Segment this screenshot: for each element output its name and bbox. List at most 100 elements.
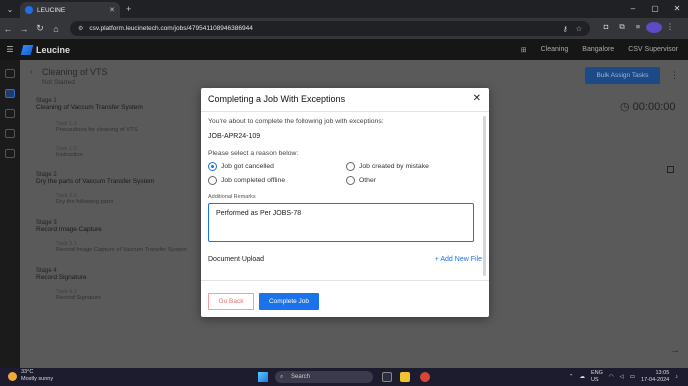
job-title: Cleaning of VTS	[42, 67, 108, 77]
task-item[interactable]: Task 1.1 Precautions for cleaning of VTS	[20, 121, 200, 133]
sidebar-jobs-icon[interactable]	[5, 89, 15, 98]
reason-job-created-by-mistake[interactable]: Job created by mistake	[346, 162, 482, 171]
back-arrow-icon[interactable]: ‹	[30, 67, 33, 76]
reason-other[interactable]: Other	[346, 176, 482, 185]
forward-arrow-icon[interactable]: →	[16, 24, 32, 34]
wifi-icon[interactable]: ◠	[609, 374, 614, 380]
close-icon[interactable]: ✕	[473, 93, 481, 104]
stage-item[interactable]: Stage 3 Record Image Capture	[20, 220, 200, 233]
radio-selected-icon[interactable]	[208, 162, 217, 171]
job-timer: ◷ 00:00:00	[620, 101, 676, 113]
leucine-logo: Leucine	[20, 44, 70, 55]
stage-item[interactable]: Stage 2 Dry the parts of Vaccum Transfer…	[20, 172, 200, 185]
site-info-icon[interactable]: ⚙	[78, 25, 83, 32]
browser-toolbar: ← → ↻ ⌂ ⚙ csv.platform.leucinetech.com/j…	[0, 18, 688, 39]
modal-header: Completing a Job With Exceptions ✕	[201, 88, 489, 112]
reason-job-got-cancelled[interactable]: Job got cancelled	[208, 162, 346, 171]
os-taskbar: 33°C Mostly sunny ⌕ Search ⌃ ☁ ENG US ◠ …	[0, 368, 688, 386]
go-back-button[interactable]: Go Back	[208, 293, 254, 310]
browser-tabbar: ⌄ LEUCINE ✕ + – ▢ ✕	[0, 0, 688, 18]
language-indicator[interactable]: ENG US	[591, 370, 603, 383]
browser-tab[interactable]: LEUCINE ✕	[20, 2, 120, 18]
tab-title: LEUCINE	[37, 6, 66, 14]
document-upload-label: Document Upload	[208, 256, 265, 263]
system-tray: ⌃ ☁ ENG US ◠ ◁ ▭ 13:05 17-04-2024 ♪	[569, 370, 678, 383]
taskbar-search[interactable]: ⌕ Search	[275, 371, 373, 383]
radio-unselected-icon[interactable]	[346, 176, 355, 185]
sidebar-reports-icon[interactable]	[5, 149, 15, 158]
battery-icon[interactable]: ▭	[630, 374, 635, 380]
next-arrow-icon[interactable]: →	[670, 345, 680, 356]
address-bar[interactable]: ⚙ csv.platform.leucinetech.com/jobs/4795…	[70, 21, 590, 36]
bulk-assign-button[interactable]: Bulk Assign Tasks	[585, 67, 660, 84]
password-key-icon[interactable]: ⚷	[563, 25, 568, 33]
modal-title: Completing a Job With Exceptions	[208, 94, 346, 104]
reason-job-completed-offline[interactable]: Job completed offline	[208, 176, 346, 185]
extension-icon[interactable]: ◘	[598, 22, 614, 35]
modal-body: You're about to complete the following j…	[208, 118, 482, 263]
reason-prompt: Please select a reason below:	[208, 150, 299, 157]
complete-job-button[interactable]: Complete Job	[259, 293, 319, 310]
remarks-textarea[interactable]: Performed as Per JOBS-78	[208, 203, 474, 242]
sidebar-ontology-icon[interactable]	[5, 129, 15, 138]
back-arrow-icon[interactable]: ←	[0, 24, 16, 34]
hamburger-menu-icon[interactable]: ☰	[0, 45, 20, 54]
facility-dropdown[interactable]: Bangalore	[582, 46, 614, 53]
stage-item[interactable]: Stage 4 Record Signature	[20, 268, 200, 281]
url-text: csv.platform.leucinetech.com/jobs/479541…	[89, 25, 253, 32]
modal-scrollbar[interactable]	[483, 116, 486, 276]
close-window-icon[interactable]: ✕	[666, 0, 688, 18]
tray-chevron-icon[interactable]: ⌃	[569, 374, 574, 380]
calendar-icon[interactable]	[667, 166, 674, 173]
reading-list-icon[interactable]: ≡	[630, 22, 646, 35]
use-case-switcher-icon[interactable]: ⊞	[521, 46, 527, 54]
volume-icon[interactable]: ◁	[620, 374, 624, 380]
file-explorer-icon[interactable]	[400, 372, 410, 382]
cloud-icon[interactable]: ☁	[579, 374, 585, 380]
windows-start-icon[interactable]	[258, 372, 268, 382]
chrome-icon[interactable]	[420, 372, 430, 382]
home-icon[interactable]: ⌂	[48, 24, 64, 34]
reason-radio-group: Job got cancelled Job created by mistake…	[208, 162, 482, 185]
sun-icon	[8, 371, 17, 381]
modal-footer: Go Back Complete Job	[201, 280, 489, 317]
add-new-file-button[interactable]: + Add New File	[435, 256, 482, 263]
more-options-icon[interactable]: ⋮	[670, 70, 679, 81]
radio-unselected-icon[interactable]	[208, 176, 217, 185]
close-tab-icon[interactable]: ✕	[109, 6, 115, 14]
document-upload-row: Document Upload + Add New File	[208, 256, 482, 263]
notification-bell-icon[interactable]: ♪	[675, 374, 678, 380]
minimize-icon[interactable]: –	[622, 0, 644, 18]
weather-widget[interactable]: 33°C Mostly sunny	[8, 369, 53, 383]
maximize-icon[interactable]: ▢	[644, 0, 666, 18]
browser-menu-icon[interactable]: ⋮	[662, 22, 678, 35]
reload-icon[interactable]: ↻	[32, 23, 48, 34]
tab-search-icon[interactable]: ⌄	[4, 3, 16, 15]
leucine-logo-icon	[20, 44, 34, 55]
new-tab-icon[interactable]: +	[126, 4, 131, 14]
clock[interactable]: 13:05 17-04-2024	[641, 370, 669, 383]
stage-item[interactable]: Stage 1 Cleaning of Vaccum Transfer Syst…	[20, 98, 200, 111]
use-case-dropdown[interactable]: Cleaning	[541, 46, 569, 53]
task-item[interactable]: Task 4.1 Record Signature	[20, 289, 200, 301]
sidebar-checklists-icon[interactable]	[5, 109, 15, 118]
job-status: Not Started	[42, 79, 75, 86]
task-view-icon[interactable]	[382, 372, 392, 382]
sidebar-inbox-icon[interactable]	[5, 69, 15, 78]
extensions-puzzle-icon[interactable]: ⧉	[614, 22, 630, 35]
job-id: JOB-APR24-109	[208, 133, 261, 140]
clock-icon: ◷	[620, 101, 630, 113]
task-item[interactable]: Task 1.2 Instruction	[20, 146, 200, 158]
user-role-dropdown[interactable]: CSV Supervisor	[628, 46, 678, 53]
modal-intro: You're about to complete the following j…	[208, 118, 384, 125]
task-item[interactable]: Task 3.1 Record Image Capture of Vaccum …	[20, 241, 200, 253]
bookmark-star-icon[interactable]: ☆	[576, 25, 582, 33]
complete-with-exceptions-modal: Completing a Job With Exceptions ✕ You'r…	[201, 88, 489, 317]
search-icon: ⌕	[280, 374, 284, 380]
app-header: ☰ Leucine ⊞ Cleaning Bangalore CSV Super…	[0, 39, 688, 60]
profile-avatar[interactable]	[646, 22, 662, 35]
stage-list: Stage 1 Cleaning of Vaccum Transfer Syst…	[20, 98, 200, 301]
tab-favicon-icon	[25, 6, 33, 14]
task-item[interactable]: Task 2.1 Dry the following parts	[20, 193, 200, 205]
radio-unselected-icon[interactable]	[346, 162, 355, 171]
